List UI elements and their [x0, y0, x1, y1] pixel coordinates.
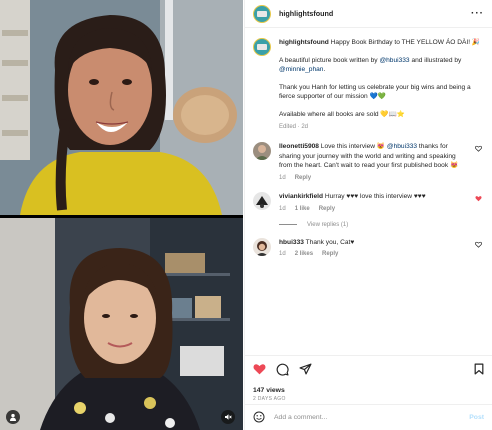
comment-mention-link[interactable]: @hbui333 [387, 143, 417, 150]
speaker-one-image [0, 0, 243, 215]
comment-item: viviankirkfield Hurray ♥♥♥ love this int… [253, 192, 484, 213]
bookmark-icon[interactable] [474, 363, 484, 377]
comment-text: Thank you, Cat♥ [303, 238, 355, 246]
comment-username[interactable]: lleonetti5908 [279, 143, 319, 150]
post-date: 2 DAYS AGO [253, 396, 286, 402]
views-count[interactable]: 147 views [253, 387, 484, 394]
comment-item: lleonetti5908 Love this interview 😻 @hbu… [253, 141, 484, 183]
comment-text: Hurray ♥♥♥ love this interview ♥♥♥ [322, 193, 426, 201]
caption-handle[interactable]: highlightsfound [279, 39, 329, 46]
video-bottom-speaker [0, 218, 243, 430]
tagged-user-icon[interactable] [6, 410, 20, 424]
comment-likes-count[interactable]: 2 likes [295, 250, 313, 259]
comment-item: hbui333 Thank you, Cat♥ 1d 2 likes Reply [253, 237, 484, 259]
comment-avatar[interactable] [253, 192, 271, 211]
caption-para2-suffix: . [323, 66, 326, 74]
reply-button[interactable]: Reply [319, 205, 335, 214]
post-actions: 147 views 2 DAYS AGO [245, 355, 492, 402]
caption-avatar[interactable] [253, 38, 271, 56]
mute-icon[interactable] [221, 410, 235, 424]
comment-text: Love this interview 😻 [318, 142, 387, 150]
caption-para2-prefix: A beautiful picture book written by [279, 56, 380, 64]
reply-button[interactable]: Reply [322, 250, 338, 259]
comment-input[interactable] [274, 414, 470, 421]
more-options-icon[interactable]: ··· [471, 8, 484, 19]
replies-divider [279, 224, 297, 226]
reply-button[interactable]: Reply [295, 174, 311, 183]
heart-icon[interactable] [253, 363, 266, 377]
caption-meta: Edited · 2d [279, 124, 309, 131]
post-comment-button[interactable]: Post [469, 414, 484, 421]
emoji-icon[interactable] [253, 411, 265, 425]
comment-time: 1d [279, 205, 286, 212]
account-avatar[interactable] [253, 4, 271, 23]
video-media[interactable] [0, 0, 243, 430]
comment-like-icon[interactable] [475, 145, 482, 154]
add-comment-bar: Post [245, 404, 492, 430]
comment-time: 1d [279, 251, 286, 258]
post-panel: highlightsfound ··· highlightsfound Happ… [244, 0, 492, 430]
header-handle[interactable]: highlightsfound [279, 9, 471, 18]
comment-likes-count[interactable]: 1 like [295, 205, 310, 214]
comment-username[interactable]: viviankirkfield [279, 193, 323, 200]
view-replies-button[interactable]: View replies (1) [279, 222, 484, 228]
speaker-two-image [0, 218, 243, 430]
video-top-speaker [0, 0, 243, 215]
comment-avatar[interactable] [253, 141, 271, 160]
post-header: highlightsfound ··· [245, 0, 492, 28]
caption-para4: Available where all books are sold 💛📖⭐ [279, 110, 406, 118]
comment-avatar[interactable] [253, 237, 271, 256]
caption-para3: Thank you Hanh for letting us celebrate … [279, 83, 471, 101]
comment-username[interactable]: hbui333 [279, 239, 304, 246]
comment-icon[interactable] [276, 363, 289, 378]
comments-scroll[interactable]: highlightsfound Happy Book Birthday to T… [245, 29, 492, 354]
caption-para2-mid: and illustrated by [409, 56, 462, 64]
caption-text: Happy Book Birthday to THE YELLOW ÁO DÀI… [330, 39, 481, 46]
author-mention-link[interactable]: @hbui333 [379, 57, 409, 64]
post-caption: highlightsfound Happy Book Birthday to T… [253, 38, 484, 132]
comment-liked-icon[interactable] [475, 195, 482, 204]
comment-like-icon[interactable] [475, 241, 482, 250]
comment-time: 1d [279, 174, 286, 181]
illustrator-mention-link[interactable]: @minnie_phan [279, 66, 323, 73]
view-replies-label[interactable]: View replies (1) [307, 222, 348, 228]
share-icon[interactable] [299, 363, 312, 377]
